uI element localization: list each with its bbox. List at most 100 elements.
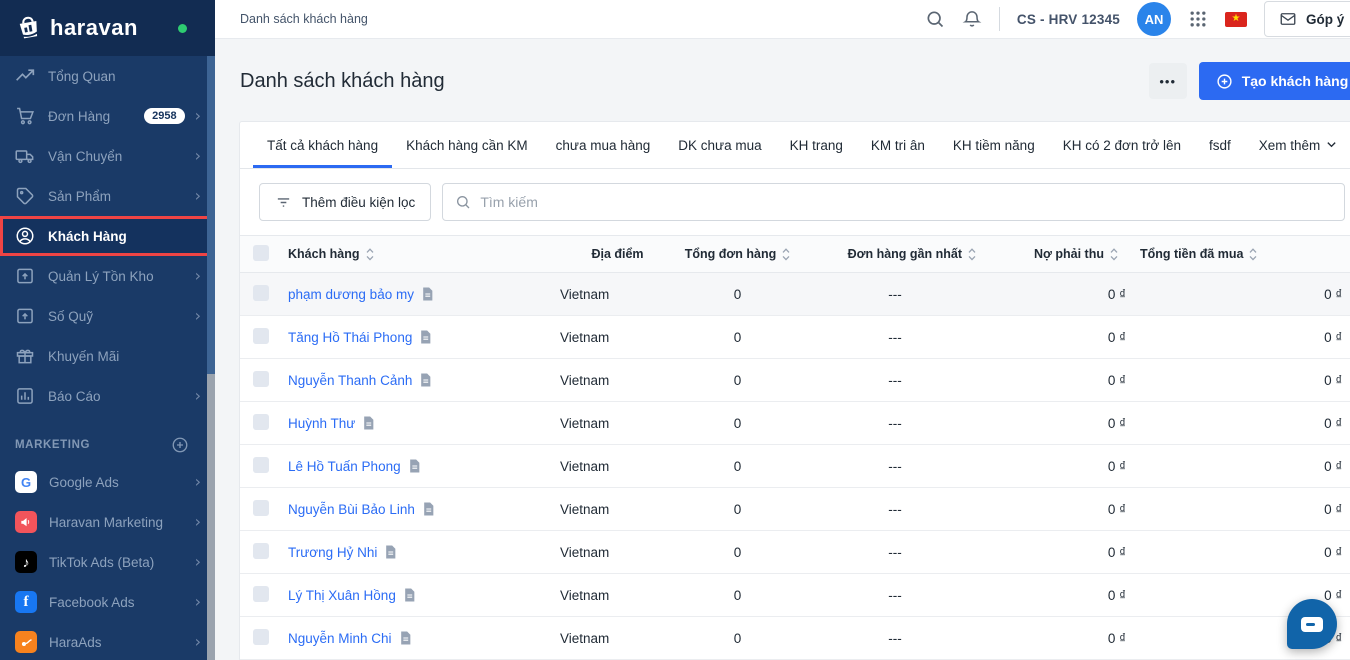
column-header[interactable]: Nợ phải thu	[990, 247, 1140, 261]
column-header[interactable]: Tổng đơn hàng	[675, 247, 800, 261]
envelope-icon	[1279, 10, 1297, 28]
haravan-logo[interactable]: haravan	[14, 13, 138, 43]
sidebar-item[interactable]: Khách Hàng	[0, 216, 215, 256]
notification-bell-icon[interactable]	[962, 9, 982, 29]
chevron-right-icon: ›	[195, 554, 201, 570]
row-checkbox[interactable]	[253, 457, 269, 473]
row-checkbox[interactable]	[253, 500, 269, 516]
customer-link[interactable]: Nguyễn Minh Chi	[288, 631, 392, 646]
tab[interactable]: chưa mua hàng	[542, 122, 665, 168]
last-order-cell: ---	[800, 416, 990, 431]
receivable-cell: 0 ₫	[990, 545, 1140, 560]
sidebar-item[interactable]: Sản Phẩm ›	[0, 176, 215, 216]
avatar[interactable]: AN	[1137, 2, 1171, 36]
customer-link[interactable]: Nguyễn Bùi Bảo Linh	[288, 502, 415, 517]
tab[interactable]: Xem thêm	[1245, 122, 1350, 168]
tab[interactable]: KH trang	[776, 122, 857, 168]
sort-icon[interactable]	[968, 248, 976, 261]
location-cell: Vietnam	[560, 416, 675, 431]
note-document-icon	[421, 287, 434, 301]
sort-icon[interactable]	[366, 248, 374, 261]
customer-link[interactable]: Tăng Hồ Thái Phong	[288, 330, 412, 345]
row-checkbox[interactable]	[253, 543, 269, 559]
select-all-checkbox[interactable]	[253, 245, 269, 261]
add-filter-button[interactable]: Thêm điều kiện lọc	[259, 183, 431, 221]
column-header[interactable]: Tổng tiền đã mua	[1140, 247, 1350, 261]
more-actions-button[interactable]: •••	[1149, 63, 1187, 99]
search-icon[interactable]	[925, 9, 945, 29]
tab[interactable]: KM tri ân	[857, 122, 939, 168]
sidebar-item[interactable]: Khuyến Mãi	[0, 336, 215, 376]
note-document-icon	[422, 502, 435, 516]
table-row[interactable]: Nguyễn Thanh Cảnh Vietnam 0 --- 0 ₫ 0 ₫	[240, 359, 1350, 402]
tab[interactable]: KH có 2 đơn trở lên	[1049, 122, 1195, 168]
filter-row: Thêm điều kiện lọc	[240, 169, 1350, 235]
sidebar-item[interactable]: Báo Cáo ›	[0, 376, 215, 416]
divider	[999, 7, 1000, 31]
table-row[interactable]: Tăng Hồ Thái Phong Vietnam 0 --- 0 ₫ 0 ₫	[240, 316, 1350, 359]
customer-link[interactable]: Nguyễn Thanh Cảnh	[288, 373, 412, 388]
marketing-item[interactable]: G Google Ads ›	[0, 462, 215, 502]
scrollbar-thumb[interactable]	[207, 56, 215, 374]
tab[interactable]: Tất cả khách hàng	[253, 122, 392, 168]
tag-icon	[15, 186, 35, 206]
apps-grid-icon[interactable]	[1188, 9, 1208, 29]
tab[interactable]: DK chưa mua	[664, 122, 775, 168]
search-input[interactable]	[480, 194, 1332, 210]
total-orders-cell: 0	[675, 416, 800, 431]
sort-icon[interactable]	[1110, 248, 1118, 261]
table-row[interactable]: Trương Hỷ Nhi Vietnam 0 --- 0 ₫ 0 ₫	[240, 531, 1350, 574]
tab[interactable]: Khách hàng cần KM	[392, 122, 542, 168]
marketing-item[interactable]: HaraAds ›	[0, 622, 215, 660]
create-customer-button[interactable]: Tạo khách hàng	[1199, 62, 1350, 100]
chevron-right-icon: ›	[195, 148, 201, 164]
row-checkbox[interactable]	[253, 629, 269, 645]
orders-count-badge: 2958	[144, 108, 184, 124]
sidebar-item[interactable]: Vận Chuyển ›	[0, 136, 215, 176]
marketing-item[interactable]: Haravan Marketing ›	[0, 502, 215, 542]
table-row[interactable]: Lý Thị Xuân Hồng Vietnam 0 --- 0 ₫ 0 ₫	[240, 574, 1350, 617]
sort-icon[interactable]	[782, 248, 790, 261]
sidebar-item[interactable]: Đơn Hàng 2958 ›	[0, 96, 215, 136]
add-channel-icon[interactable]	[171, 436, 189, 454]
sidebar-item[interactable]: Số Quỹ ›	[0, 296, 215, 336]
vietnam-flag-icon[interactable]: ★	[1225, 12, 1247, 27]
customer-link[interactable]: Trương Hỷ Nhi	[288, 545, 377, 560]
sidebar-item[interactable]: Quản Lý Tồn Kho ›	[0, 256, 215, 296]
chat-widget-button[interactable]	[1287, 599, 1337, 649]
table-row[interactable]: Lê Hồ Tuấn Phong Vietnam 0 --- 0 ₫ 0 ₫	[240, 445, 1350, 488]
row-checkbox[interactable]	[253, 285, 269, 301]
row-checkbox[interactable]	[253, 371, 269, 387]
chevron-right-icon: ›	[195, 474, 201, 490]
tab[interactable]: fsdf	[1195, 122, 1245, 168]
row-checkbox[interactable]	[253, 414, 269, 430]
customer-link[interactable]: phạm dương bảo my	[288, 287, 414, 302]
trending-up-icon	[15, 66, 35, 86]
sidebar-scrollbar[interactable]	[207, 56, 215, 660]
receivable-cell: 0 ₫	[990, 502, 1140, 517]
column-header[interactable]: Địa điểm	[560, 247, 675, 261]
table-row[interactable]: Huỳnh Thư Vietnam 0 --- 0 ₫ 0 ₫	[240, 402, 1350, 445]
location-cell: Vietnam	[560, 502, 675, 517]
column-header[interactable]: Khách hàng	[288, 247, 560, 261]
column-header[interactable]: Đơn hàng gần nhất	[800, 247, 990, 261]
table-row[interactable]: Nguyễn Minh Chi Vietnam 0 --- 0 ₫ 0 ₫	[240, 617, 1350, 660]
location-cell: Vietnam	[560, 588, 675, 603]
truck-icon	[15, 146, 35, 166]
customer-link[interactable]: Huỳnh Thư	[288, 416, 355, 431]
total-orders-cell: 0	[675, 373, 800, 388]
feedback-button[interactable]: Góp ý	[1264, 1, 1350, 37]
table-row[interactable]: phạm dương bảo my Vietnam 0 --- 0 ₫ 0 ₫	[240, 273, 1350, 316]
row-checkbox[interactable]	[253, 586, 269, 602]
tab[interactable]: KH tiềm năng	[939, 122, 1049, 168]
marketing-item[interactable]: f Facebook Ads ›	[0, 582, 215, 622]
marketing-item[interactable]: ♪ TikTok Ads (Beta) ›	[0, 542, 215, 582]
customer-link[interactable]: Lý Thị Xuân Hồng	[288, 588, 396, 603]
sidebar-item[interactable]: Tổng Quan	[0, 56, 215, 96]
table-row[interactable]: Nguyễn Bùi Bảo Linh Vietnam 0 --- 0 ₫ 0 …	[240, 488, 1350, 531]
sort-icon[interactable]	[1249, 248, 1257, 261]
customer-link[interactable]: Lê Hồ Tuấn Phong	[288, 459, 401, 474]
last-order-cell: ---	[800, 330, 990, 345]
chevron-down-icon	[1326, 138, 1337, 153]
row-checkbox[interactable]	[253, 328, 269, 344]
